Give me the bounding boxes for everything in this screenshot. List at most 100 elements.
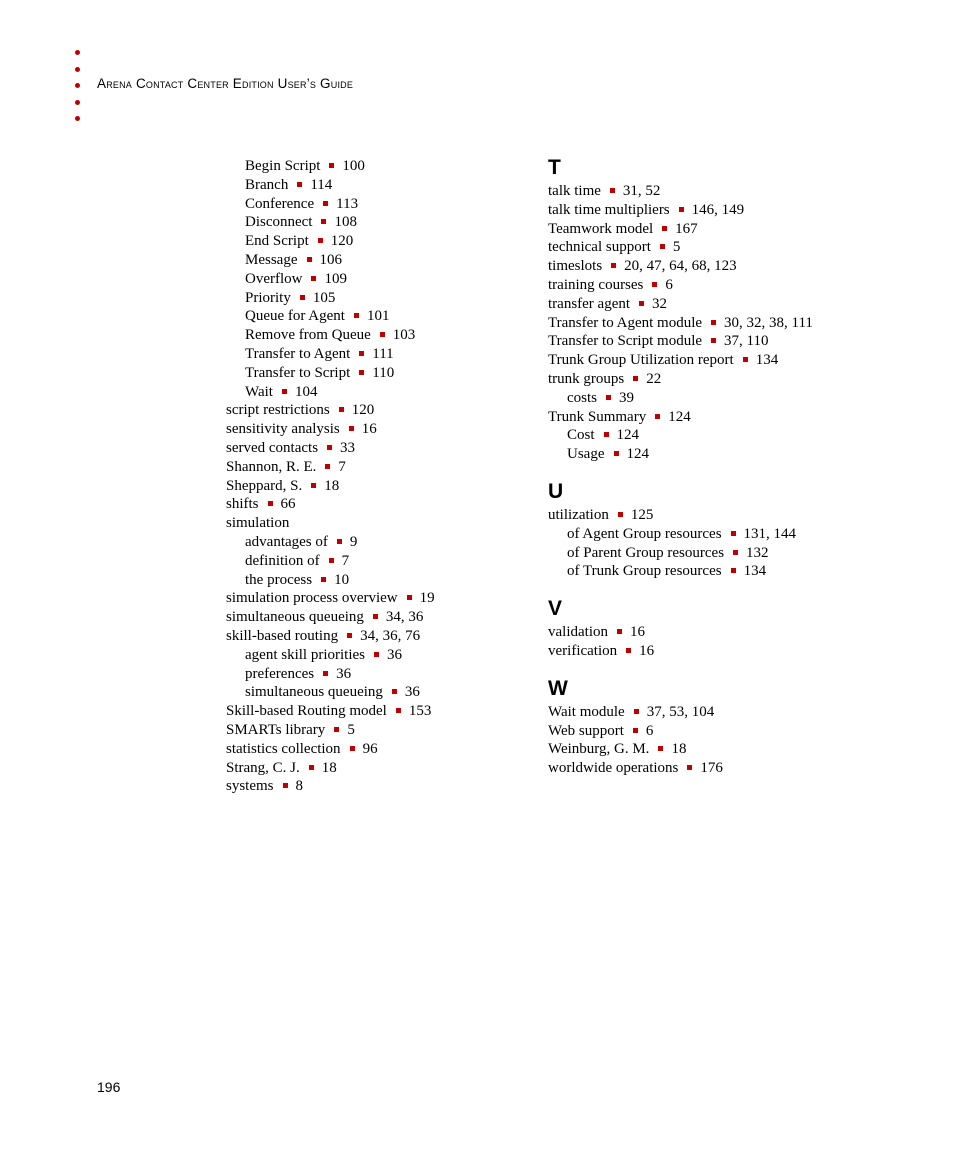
page-references[interactable]: 114 xyxy=(310,177,332,193)
index-term: definition of xyxy=(245,552,320,569)
index-term: Trunk Summary xyxy=(548,408,647,425)
page-references[interactable]: 132 xyxy=(746,545,769,561)
page-references[interactable]: 16 xyxy=(362,421,377,437)
index-term: worldwide operations xyxy=(548,760,679,777)
page-references[interactable]: 105 xyxy=(313,290,336,306)
page-references[interactable]: 131, 144 xyxy=(744,526,797,542)
index-term: Transfer to Agent module xyxy=(548,314,703,331)
index-term: the process xyxy=(245,571,313,588)
separator-square-icon xyxy=(299,294,305,300)
separator-square-icon xyxy=(733,549,739,555)
page-references[interactable]: 33 xyxy=(340,440,355,456)
page-references[interactable]: 10 xyxy=(334,572,349,588)
index-term: End Script xyxy=(245,233,309,250)
page-references[interactable]: 167 xyxy=(675,221,698,237)
index-term: preferences xyxy=(245,665,315,682)
page-number: 196 xyxy=(97,1079,121,1095)
index-term: transfer agent xyxy=(548,295,631,312)
page-references[interactable]: 134 xyxy=(756,352,779,368)
index-subentry: Wait 104 xyxy=(226,383,435,402)
index-term: Begin Script xyxy=(245,158,321,174)
index-term: sensitivity analysis xyxy=(226,421,340,438)
page-references[interactable]: 120 xyxy=(352,402,375,418)
page-references[interactable]: 106 xyxy=(320,252,343,268)
page-references[interactable]: 36 xyxy=(387,647,402,663)
page-references[interactable]: 124 xyxy=(617,427,640,443)
page-references[interactable]: 36 xyxy=(336,666,351,682)
page-references[interactable]: 18 xyxy=(324,478,339,494)
page-references[interactable]: 110 xyxy=(372,365,394,381)
index-term: statistics collection xyxy=(226,740,341,757)
separator-square-icon xyxy=(347,632,353,638)
page-references[interactable]: 18 xyxy=(322,760,337,776)
separator-square-icon xyxy=(711,319,717,325)
page-references[interactable]: 124 xyxy=(627,446,650,462)
page-references[interactable]: 18 xyxy=(671,741,686,757)
page-references[interactable]: 5 xyxy=(673,239,681,255)
page-references[interactable]: 16 xyxy=(639,643,654,659)
index-term: Strang, C. J. xyxy=(226,759,300,776)
index-entry: Teamwork model 167 xyxy=(548,220,813,239)
page-references[interactable]: 34, 36, 76 xyxy=(360,628,420,644)
separator-square-icon xyxy=(603,432,609,438)
index-term: timeslots xyxy=(548,258,603,275)
page-references[interactable]: 9 xyxy=(350,534,358,550)
page-references[interactable]: 32 xyxy=(652,296,667,312)
section-letter-heading: V xyxy=(548,597,563,621)
page-references[interactable]: 109 xyxy=(324,271,347,287)
page-references[interactable]: 101 xyxy=(367,308,390,324)
page-references[interactable]: 20, 47, 64, 68, 123 xyxy=(624,258,737,274)
index-subentry: the process 10 xyxy=(226,571,435,590)
page-references[interactable]: 103 xyxy=(393,327,416,343)
page-references[interactable]: 37, 110 xyxy=(724,333,768,349)
page-references[interactable]: 125 xyxy=(631,507,654,523)
index-entry: training courses 6 xyxy=(548,276,813,295)
index-term: Skill-based Routing model xyxy=(226,703,387,720)
page-references[interactable]: 104 xyxy=(295,384,318,400)
page-references[interactable]: 8 xyxy=(296,778,304,794)
index-subentry: Usage 124 xyxy=(548,445,813,464)
separator-square-icon xyxy=(334,726,340,732)
page-references[interactable]: 153 xyxy=(409,703,432,719)
index-entry: systems 8 xyxy=(226,777,435,796)
page-references[interactable]: 124 xyxy=(668,409,691,425)
separator-square-icon xyxy=(325,463,331,469)
separator-square-icon xyxy=(336,539,342,544)
page-references[interactable]: 19 xyxy=(420,590,435,606)
index-term: Message xyxy=(245,251,298,268)
index-term: simultaneous queueing xyxy=(245,684,383,701)
page-references[interactable]: 6 xyxy=(665,277,673,293)
page-references[interactable]: 6 xyxy=(646,723,654,739)
index-term: verification xyxy=(548,642,618,659)
index-entry: simulation xyxy=(226,514,435,533)
page-references[interactable]: 37, 53, 104 xyxy=(647,704,715,720)
page-references[interactable]: 16 xyxy=(630,624,645,640)
page-references[interactable]: 66 xyxy=(281,496,296,512)
index-term: Transfer to Script xyxy=(245,364,351,381)
page-references[interactable]: 100 xyxy=(342,158,365,174)
page-references[interactable]: 108 xyxy=(334,214,357,230)
separator-square-icon xyxy=(353,313,359,319)
page-references[interactable]: 111 xyxy=(372,346,393,362)
page-references[interactable]: 22 xyxy=(646,371,661,387)
page-references[interactable]: 7 xyxy=(342,553,350,569)
page-references[interactable]: 120 xyxy=(331,233,354,249)
page-references[interactable]: 96 xyxy=(363,741,378,757)
index-subentry: Overflow 109 xyxy=(226,270,435,289)
page-references[interactable]: 146, 149 xyxy=(692,202,745,218)
page-references[interactable]: 30, 32, 38, 111 xyxy=(724,315,813,331)
page-references[interactable]: 39 xyxy=(619,390,634,406)
index-term: Queue for Agent xyxy=(245,308,345,325)
page-references[interactable]: 176 xyxy=(700,760,723,776)
page-references[interactable]: 7 xyxy=(338,459,346,475)
page-references[interactable]: 5 xyxy=(347,722,355,738)
page-references[interactable]: 113 xyxy=(336,196,358,212)
index-column-right: Ttalk time 31, 52 talk time multipliers 146… xyxy=(548,154,813,778)
page-references[interactable]: 31, 52 xyxy=(623,183,661,199)
separator-square-icon xyxy=(267,501,273,507)
page-references[interactable]: 34, 36 xyxy=(386,609,424,625)
separator-square-icon xyxy=(611,263,617,269)
page-references[interactable]: 36 xyxy=(405,684,420,700)
index-column-left: Begin Script 100 Branch 114 Conference 113 Dis… xyxy=(226,157,435,796)
page-references[interactable]: 134 xyxy=(744,563,767,579)
